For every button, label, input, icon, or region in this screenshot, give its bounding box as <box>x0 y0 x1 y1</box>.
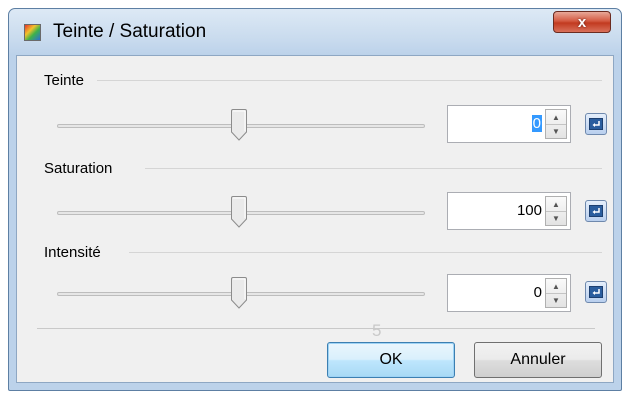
spin-up-button[interactable]: ▲ <box>546 197 566 212</box>
title-bar[interactable]: Teinte / Saturation x <box>9 9 621 55</box>
intensite-value-input[interactable]: 0 ▲ ▼ <box>447 274 571 312</box>
spin-down-button[interactable]: ▼ <box>546 211 566 225</box>
intensite-label: Intensité <box>44 244 107 261</box>
teinte-slider-thumb[interactable] <box>230 109 248 141</box>
intensite-reset-button[interactable] <box>585 281 607 303</box>
dialog-client-area: Teinte 0 ▲ ▼ Saturation 100 ▲ ▼ Intensit… <box>16 55 614 383</box>
spin-up-down-icon[interactable]: ▲ ▼ <box>545 196 567 226</box>
group-divider <box>145 168 602 169</box>
intensite-slider-thumb[interactable] <box>230 277 248 309</box>
close-button[interactable]: x <box>553 11 611 33</box>
teinte-value: 0 <box>531 115 542 132</box>
reset-arrow-icon <box>589 118 603 130</box>
spin-down-button[interactable]: ▼ <box>546 293 566 307</box>
watermark-number: 5 <box>372 321 382 340</box>
group-divider <box>129 252 602 253</box>
ok-button[interactable]: OK <box>327 342 455 378</box>
saturation-reset-button[interactable] <box>585 200 607 222</box>
saturation-slider-thumb[interactable] <box>230 196 248 228</box>
reset-arrow-icon <box>589 286 603 298</box>
teinte-value-input[interactable]: 0 ▲ ▼ <box>447 105 571 143</box>
dialog-window: Teinte / Saturation x Teinte 0 ▲ ▼ Satur… <box>8 8 622 391</box>
spin-up-down-icon[interactable]: ▲ ▼ <box>545 109 567 139</box>
footer-separator <box>37 328 595 329</box>
cancel-button[interactable]: Annuler <box>474 342 602 378</box>
intensite-value: 0 <box>533 284 542 301</box>
close-icon: x <box>577 13 587 31</box>
group-divider <box>97 80 602 81</box>
saturation-value-input[interactable]: 100 ▲ ▼ <box>447 192 571 230</box>
saturation-value: 100 <box>516 202 542 219</box>
spin-down-button[interactable]: ▼ <box>546 124 566 138</box>
saturation-label: Saturation <box>44 160 119 177</box>
teinte-label: Teinte <box>44 72 91 89</box>
spin-up-button[interactable]: ▲ <box>546 279 566 294</box>
spin-up-button[interactable]: ▲ <box>546 110 566 125</box>
reset-arrow-icon <box>589 205 603 217</box>
spin-up-down-icon[interactable]: ▲ ▼ <box>545 278 567 308</box>
teinte-reset-button[interactable] <box>585 113 607 135</box>
window-title: Teinte / Saturation <box>53 21 207 42</box>
color-palette-icon <box>24 24 41 41</box>
